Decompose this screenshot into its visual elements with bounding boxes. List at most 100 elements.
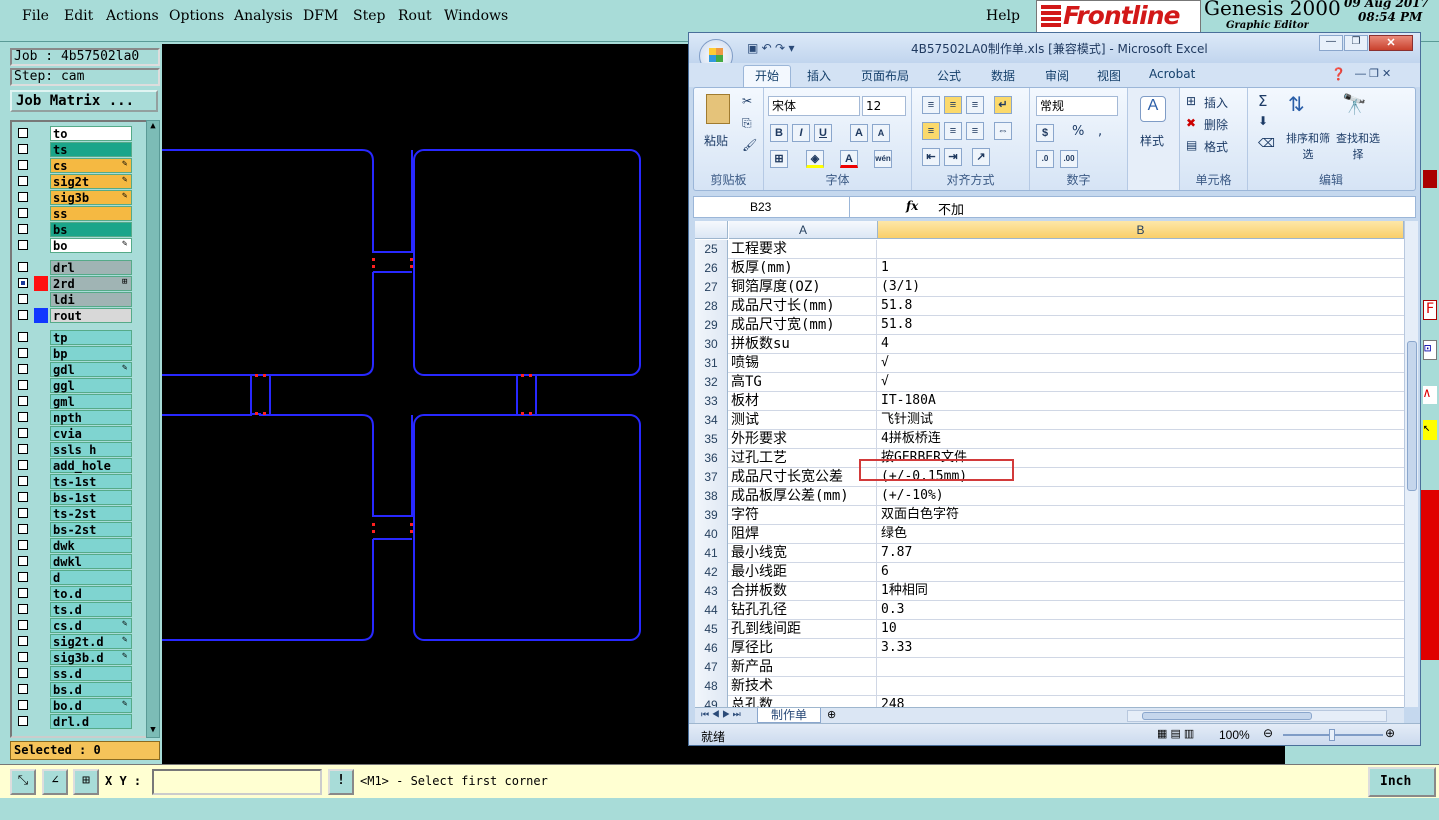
layer-row[interactable]: dwk: [14, 538, 132, 553]
align-middle-icon[interactable]: ≡: [944, 96, 962, 114]
increase-indent-icon[interactable]: ⇥: [944, 148, 962, 166]
layer-name[interactable]: ldi: [50, 292, 132, 307]
quick-access-icons[interactable]: ▣ ↶ ↷ ▾: [747, 41, 794, 55]
layer-row[interactable]: npth: [14, 410, 132, 425]
layer-row[interactable]: 2rd ⊞: [14, 276, 132, 291]
layer-checkbox[interactable]: [18, 460, 28, 470]
row-number[interactable]: 45: [695, 620, 728, 639]
layer-name[interactable]: sig3b: [50, 190, 132, 205]
job-matrix-button[interactable]: Job Matrix ...: [10, 90, 158, 112]
layer-row[interactable]: bs.d: [14, 682, 132, 697]
layer-name[interactable]: to: [50, 126, 132, 141]
layer-checkbox[interactable]: [18, 556, 28, 566]
row-number[interactable]: 33: [695, 392, 728, 411]
tab-page-layout[interactable]: 页面布局: [861, 67, 909, 84]
layer-checkbox[interactable]: [18, 444, 28, 454]
layer-name[interactable]: gml: [50, 394, 132, 409]
layer-name[interactable]: ts: [50, 142, 132, 157]
layer-row[interactable]: to: [14, 126, 132, 141]
layer-name[interactable]: cvia: [50, 426, 132, 441]
cell-b[interactable]: 绿色: [878, 525, 1398, 544]
alert-icon[interactable]: !: [328, 769, 354, 795]
row-number[interactable]: 38: [695, 487, 728, 506]
layer-checkbox[interactable]: [18, 364, 28, 374]
cell-b[interactable]: 飞针测试: [878, 411, 1398, 430]
cell-a[interactable]: 板材: [729, 392, 877, 411]
row-number[interactable]: 36: [695, 449, 728, 468]
layer-name[interactable]: gdl: [50, 362, 132, 377]
align-bottom-icon[interactable]: ≡: [966, 96, 984, 114]
layer-row[interactable]: sig2t ✎: [14, 174, 132, 189]
layer-row[interactable]: ggl: [14, 378, 132, 393]
layer-name[interactable]: npth: [50, 410, 132, 425]
comma-button[interactable]: ,: [1098, 124, 1102, 139]
format-painter-icon[interactable]: 🖌: [742, 138, 757, 152]
tab-formulas[interactable]: 公式: [937, 67, 961, 84]
layer-name[interactable]: cs.d: [50, 618, 132, 633]
cell-a[interactable]: 高TG: [729, 373, 877, 392]
layer-row[interactable]: ts: [14, 142, 132, 157]
column-header-a[interactable]: A: [729, 221, 878, 239]
layer-name[interactable]: ssls h: [50, 442, 132, 457]
layer-checkbox[interactable]: [18, 700, 28, 710]
layer-checkbox[interactable]: [18, 310, 28, 320]
layer-row[interactable]: to.d: [14, 586, 132, 601]
cell-a[interactable]: 拼板数su: [729, 335, 877, 354]
paste-button[interactable]: 粘贴: [704, 132, 728, 149]
phonetic-icon[interactable]: wén: [874, 150, 892, 168]
minimize-icon[interactable]: —: [1319, 35, 1343, 51]
layer-row[interactable]: bs-2st: [14, 522, 132, 537]
layer-checkbox[interactable]: [18, 668, 28, 678]
row-number[interactable]: 26: [695, 259, 728, 278]
cell-a[interactable]: 成品板厚公差(mm): [729, 487, 877, 506]
tab-acrobat[interactable]: Acrobat: [1149, 67, 1195, 81]
zoom-slider-thumb[interactable]: [1329, 729, 1335, 741]
layer-checkbox[interactable]: [18, 208, 28, 218]
cell-b[interactable]: 6: [878, 563, 1398, 582]
cell-a[interactable]: 孔到线间距: [729, 620, 877, 639]
cell-a[interactable]: 新技术: [729, 677, 877, 696]
align-top-icon[interactable]: ≡: [922, 96, 940, 114]
row-number[interactable]: 34: [695, 411, 728, 430]
restore-icon[interactable]: ❐: [1344, 35, 1368, 51]
layer-name[interactable]: bo: [50, 238, 132, 253]
row-number[interactable]: 42: [695, 563, 728, 582]
layer-name[interactable]: to.d: [50, 586, 132, 601]
zoom-area-icon[interactable]: ⤡: [10, 769, 36, 795]
row-number[interactable]: 48: [695, 677, 728, 696]
row-number[interactable]: 43: [695, 582, 728, 601]
row-number[interactable]: 46: [695, 639, 728, 658]
layer-row[interactable]: sig3b ✎: [14, 190, 132, 205]
layer-checkbox[interactable]: [18, 508, 28, 518]
zoom-slider[interactable]: [1283, 729, 1383, 741]
layer-row[interactable]: bo.d ✎: [14, 698, 132, 713]
cell-a[interactable]: 成品尺寸宽(mm): [729, 316, 877, 335]
menu-rout[interactable]: Rout: [398, 8, 432, 24]
scroll-up-icon[interactable]: ▲: [148, 121, 158, 133]
layer-name[interactable]: bs.d: [50, 682, 132, 697]
formula-input[interactable]: 不加: [938, 199, 964, 218]
h-scroll-thumb[interactable]: [1142, 712, 1312, 720]
cell-b[interactable]: 1: [878, 259, 1398, 278]
layer-row[interactable]: bs-1st: [14, 490, 132, 505]
layer-name[interactable]: sig2t.d: [50, 634, 132, 649]
tab-data[interactable]: 数据: [991, 67, 1015, 84]
layer-checkbox[interactable]: [18, 476, 28, 486]
align-right-icon[interactable]: ≡: [966, 122, 984, 140]
increase-decimal-icon[interactable]: .0: [1036, 150, 1054, 168]
layer-row[interactable]: tp: [14, 330, 132, 345]
menu-edit[interactable]: Edit: [64, 8, 93, 24]
cell-a[interactable]: 阻焊: [729, 525, 877, 544]
column-header-b[interactable]: B: [878, 221, 1404, 239]
layer-name[interactable]: dwkl: [50, 554, 132, 569]
cell-a[interactable]: 钻孔孔径: [729, 601, 877, 620]
units-selector[interactable]: Inch: [1368, 767, 1436, 797]
font-color-icon[interactable]: A: [840, 150, 858, 168]
cell-b[interactable]: [878, 658, 1398, 677]
delete-cells-button[interactable]: 删除: [1204, 116, 1228, 133]
align-left-icon[interactable]: ≡: [922, 122, 940, 140]
layer-checkbox[interactable]: [18, 684, 28, 694]
layer-row[interactable]: gdl ✎: [14, 362, 132, 377]
menu-options[interactable]: Options: [169, 8, 224, 24]
menu-help[interactable]: Help: [986, 8, 1020, 24]
